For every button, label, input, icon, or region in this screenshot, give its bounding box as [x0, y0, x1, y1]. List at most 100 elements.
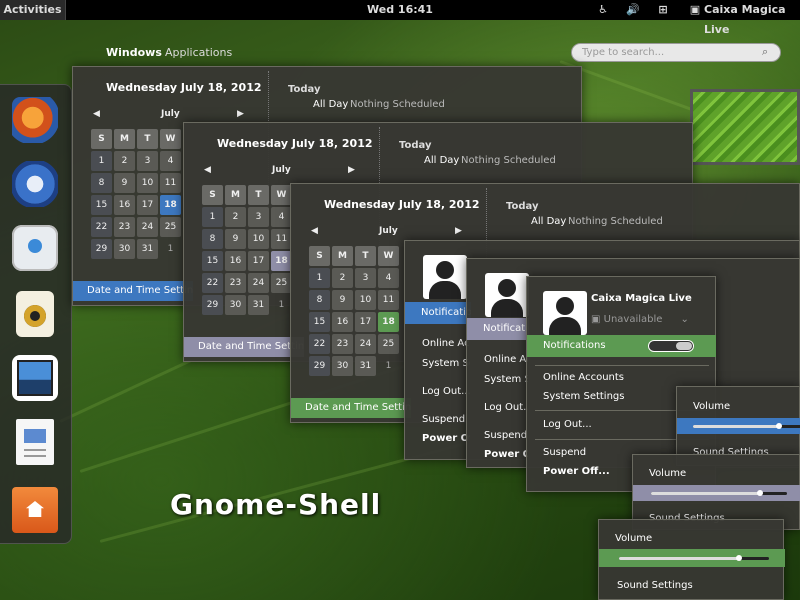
empathy-chat-icon[interactable] — [12, 225, 58, 271]
calendar-day[interactable]: 18 — [378, 312, 399, 332]
calendar-day[interactable]: 17 — [355, 312, 376, 332]
calendar-day[interactable]: 15 — [309, 312, 330, 332]
availability-status[interactable]: ▣ Unavailable ⌄ — [591, 314, 689, 325]
log-out-item[interactable]: Log Out... — [422, 386, 470, 397]
window-thumbnail[interactable] — [690, 89, 800, 165]
calendar-day[interactable]: 1 — [160, 239, 181, 259]
calendar-day[interactable]: 1 — [271, 295, 292, 315]
calendar-day[interactable]: 3 — [248, 207, 269, 227]
calendar-day[interactable]: 4 — [160, 151, 181, 171]
calendar-day[interactable]: 22 — [309, 334, 330, 354]
power-off-item[interactable]: Power Off... — [543, 466, 610, 477]
calendar-day[interactable]: 9 — [114, 173, 135, 193]
volume-knob[interactable] — [756, 490, 763, 496]
activities-button[interactable]: Activities — [0, 0, 66, 20]
avatar[interactable] — [423, 255, 467, 299]
calendar-day[interactable]: 22 — [202, 273, 223, 293]
calendar-day[interactable]: 31 — [355, 356, 376, 376]
calendar-day[interactable]: 8 — [309, 290, 330, 310]
calendar-day[interactable]: 11 — [160, 173, 181, 193]
calendar-day[interactable]: 23 — [332, 334, 353, 354]
shotwell-photos-icon[interactable] — [12, 355, 58, 401]
next-month-icon[interactable]: ▶ — [237, 109, 244, 119]
date-time-settings-button[interactable]: Date and Time Settin — [73, 281, 193, 301]
notifications-item[interactable]: Notifications — [467, 318, 529, 340]
calendar-day[interactable]: 30 — [114, 239, 135, 259]
power-off-item[interactable]: Power Off — [484, 449, 528, 460]
volume-slider[interactable] — [619, 555, 769, 561]
tab-windows[interactable]: Windows — [106, 46, 162, 59]
calendar-day[interactable]: 25 — [271, 273, 292, 293]
calendar-day[interactable]: 1 — [91, 151, 112, 171]
calendar-day[interactable]: 25 — [160, 217, 181, 237]
calendar-day[interactable]: 8 — [91, 173, 112, 193]
document-viewer-icon[interactable] — [16, 419, 54, 465]
notifications-toggle[interactable] — [648, 340, 694, 352]
avatar[interactable] — [485, 273, 529, 317]
calendar-day[interactable]: 3 — [355, 268, 376, 288]
home-folder-icon[interactable] — [12, 487, 58, 533]
calendar-day[interactable]: 24 — [355, 334, 376, 354]
calendar-day[interactable]: 11 — [271, 229, 292, 249]
calendar-day[interactable]: 25 — [378, 334, 399, 354]
rhythmbox-icon[interactable] — [16, 291, 54, 337]
calendar-day[interactable]: 10 — [137, 173, 158, 193]
volume-slider[interactable] — [693, 423, 800, 429]
prev-month-icon[interactable]: ◀ — [311, 226, 318, 236]
volume-icon[interactable]: 🔊 — [626, 3, 640, 17]
power-off-item[interactable]: Power Off — [422, 433, 470, 444]
log-out-item[interactable]: Log Out... — [484, 402, 528, 413]
calendar-day[interactable]: 17 — [137, 195, 158, 215]
system-settings-item[interactable]: System Se — [422, 358, 470, 369]
search-input[interactable]: Type to search... — [571, 43, 781, 62]
sound-settings-item[interactable]: Sound Settings — [617, 580, 693, 591]
calendar-day[interactable]: 31 — [248, 295, 269, 315]
calendar-day[interactable]: 9 — [332, 290, 353, 310]
calendar-day[interactable]: 18 — [160, 195, 181, 215]
accessibility-icon[interactable]: ♿ — [596, 3, 610, 17]
tab-applications[interactable]: Applications — [165, 46, 232, 59]
online-accounts-item[interactable]: Online Acco — [422, 338, 470, 349]
calendar-day[interactable]: 29 — [202, 295, 223, 315]
calendar-day[interactable]: 8 — [202, 229, 223, 249]
calendar-day[interactable]: 24 — [137, 217, 158, 237]
calendar-day[interactable]: 22 — [91, 217, 112, 237]
calendar-day[interactable]: 2 — [332, 268, 353, 288]
calendar-day[interactable]: 10 — [248, 229, 269, 249]
thunderbird-icon[interactable] — [12, 161, 58, 207]
calendar-day[interactable]: 24 — [248, 273, 269, 293]
calendar-day[interactable]: 1 — [202, 207, 223, 227]
calendar-day[interactable]: 4 — [271, 207, 292, 227]
calendar-day[interactable]: 30 — [225, 295, 246, 315]
clock[interactable]: Wed 16:41 — [340, 0, 460, 20]
prev-month-icon[interactable]: ◀ — [204, 165, 211, 175]
volume-knob[interactable] — [736, 555, 742, 561]
calendar-day[interactable]: 18 — [271, 251, 292, 271]
online-accounts-item[interactable]: Online Accounts — [543, 372, 624, 383]
calendar-day[interactable]: 15 — [91, 195, 112, 215]
suspend-item[interactable]: Suspend — [543, 447, 586, 458]
calendar-day[interactable]: 11 — [378, 290, 399, 310]
calendar-day[interactable]: 31 — [137, 239, 158, 259]
network-icon[interactable]: ⊞ — [656, 3, 670, 17]
calendar-day[interactable]: 1 — [378, 356, 399, 376]
calendar-day[interactable]: 2 — [225, 207, 246, 227]
prev-month-icon[interactable]: ◀ — [93, 109, 100, 119]
next-month-icon[interactable]: ▶ — [348, 165, 355, 175]
log-out-item[interactable]: Log Out... — [543, 419, 592, 430]
notifications-item[interactable]: Notifications — [405, 302, 471, 324]
system-settings-item[interactable]: System Settings — [543, 391, 624, 402]
calendar-day[interactable]: 10 — [355, 290, 376, 310]
avatar[interactable] — [543, 291, 587, 335]
calendar-day[interactable]: 30 — [332, 356, 353, 376]
calendar-day[interactable]: 16 — [225, 251, 246, 271]
calendar-day[interactable]: 23 — [225, 273, 246, 293]
calendar-day[interactable]: 9 — [225, 229, 246, 249]
user-menu-button[interactable]: Caixa Magica Live — [704, 0, 800, 40]
calendar-day[interactable]: 2 — [114, 151, 135, 171]
firefox-icon[interactable] — [12, 97, 58, 143]
calendar-day[interactable]: 29 — [309, 356, 330, 376]
chat-status-icon[interactable]: ▣ — [688, 3, 702, 17]
date-time-settings-button[interactable]: Date and Time Settin — [184, 337, 304, 357]
online-accounts-item[interactable]: Online Acc — [484, 354, 528, 365]
